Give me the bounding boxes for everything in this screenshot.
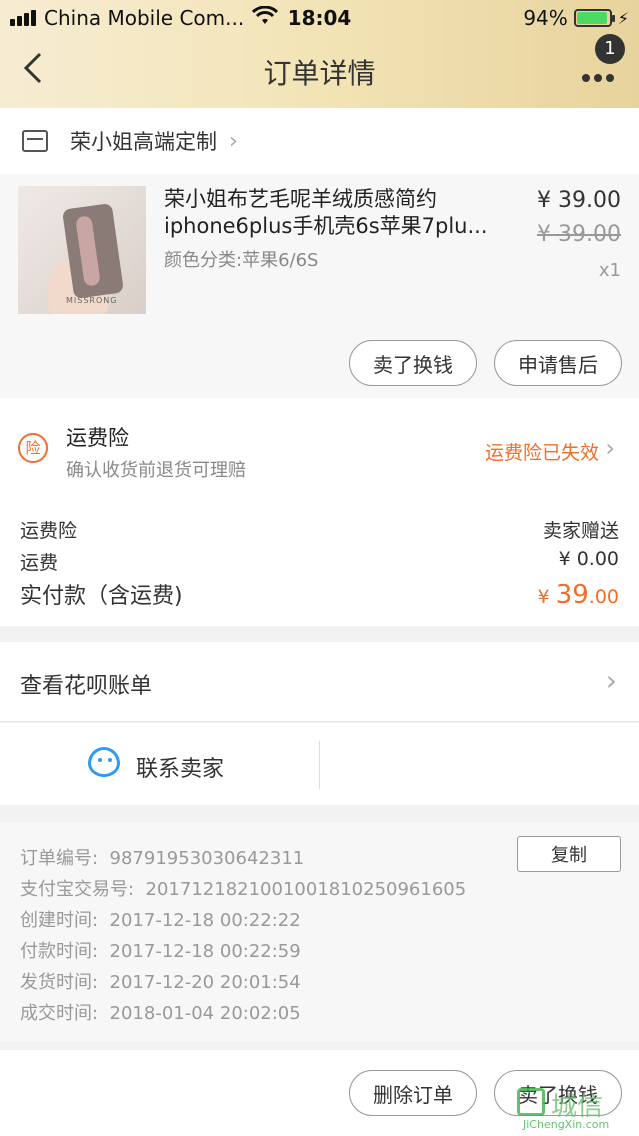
product-sku: 颜色分类:苹果6/6S xyxy=(164,250,319,271)
info-label: 发货时间: xyxy=(20,972,99,993)
insurance-subtitle: 确认收货前退货可理赔 xyxy=(66,460,246,481)
fee-row-shipping: 运费 ¥ 0.00 xyxy=(20,548,619,575)
alipay-trade-number: 2017121821001001810250961605 xyxy=(145,879,467,900)
huabei-label: 查看花呗账单 xyxy=(20,674,153,699)
order-info: 复制 订单编号: 98791953030642311 支付宝交易号: 20171… xyxy=(0,822,639,1042)
order-number: 98791953030642311 xyxy=(109,848,305,869)
insurance-status: 运费险已失效 xyxy=(484,442,599,464)
product-original-price: ¥ 39.00 xyxy=(537,222,621,247)
product-card[interactable]: MISSRONG 荣小姐布艺毛呢羊绒质感简约 iphone6plus手机壳6s苹… xyxy=(0,174,639,398)
total-label: 实付款（含运费) xyxy=(20,584,183,609)
huabei-bill-row[interactable]: 查看花呗账单 › xyxy=(0,642,639,722)
contact-seller-bar: 联系卖家 xyxy=(0,723,639,805)
alipay-trade-row: 支付宝交易号: 2017121821001001810250961605 xyxy=(20,875,466,901)
order-number-row: 订单编号: 98791953030642311 xyxy=(20,844,304,870)
shipped-time: 2017-12-20 20:01:54 xyxy=(109,972,301,993)
battery-icon xyxy=(573,9,615,27)
fee-label: 运费 xyxy=(20,552,59,574)
product-quantity: x1 xyxy=(598,260,621,281)
product-title-line1: 荣小姐布艺毛呢羊绒质感简约 xyxy=(164,187,437,211)
completed-time: 2018-01-04 20:02:05 xyxy=(109,1003,301,1024)
paid-time-row: 付款时间: 2017-12-18 00:22:59 xyxy=(20,937,301,963)
copy-button[interactable]: 复制 xyxy=(517,836,621,872)
fee-value: 卖家赠送 xyxy=(542,520,619,542)
header: China Mobile Com... 18:04 94% ⚡ 订单详情 1 xyxy=(0,0,639,108)
completed-time-row: 成交时间: 2018-01-04 20:02:05 xyxy=(20,999,301,1025)
fee-value: ¥ 0.00 xyxy=(558,548,619,570)
chevron-right-icon: › xyxy=(229,128,238,154)
total-decimal: .00 xyxy=(588,586,619,608)
contact-seller-label: 联系卖家 xyxy=(136,757,225,782)
created-time: 2017-12-18 00:22:22 xyxy=(109,910,301,931)
paid-time: 2017-12-18 00:22:59 xyxy=(109,941,301,962)
product-title-line2: iphone6plus手机壳6s苹果7plu... xyxy=(164,214,488,238)
watermark: 城信 JiChengXin.com xyxy=(517,1086,635,1134)
battery-status: 94% ⚡ xyxy=(523,6,629,30)
info-label: 订单编号: xyxy=(20,848,99,869)
message-badge[interactable]: 1 xyxy=(595,34,625,64)
fee-label: 运费险 xyxy=(20,520,78,542)
info-label: 创建时间: xyxy=(20,910,99,931)
total-amount: ¥ 39.00 xyxy=(537,580,619,610)
store-icon xyxy=(22,130,48,152)
shop-row[interactable]: 荣小姐高端定制 › xyxy=(0,108,639,174)
shop-name: 荣小姐高端定制 xyxy=(70,130,217,154)
total-row: 实付款（含运费) ¥ 39.00 xyxy=(20,578,619,610)
bottom-action-bar: 删除订单 卖了换钱 城信 JiChengXin.com xyxy=(0,1050,639,1136)
shipping-insurance-section: 险 运费险 确认收货前退货可理赔 运费险已失效 › 运费险 卖家赠送 运费 ¥ … xyxy=(0,398,639,626)
chat-face-icon xyxy=(88,747,120,777)
watermark-url: JiChengXin.com xyxy=(523,1118,610,1131)
insurance-title: 运费险 xyxy=(66,426,129,450)
info-label: 成交时间: xyxy=(20,1003,99,1024)
fee-row-insurance: 运费险 卖家赠送 xyxy=(20,516,619,543)
insurance-status-link[interactable]: 运费险已失效 › xyxy=(439,398,639,498)
charging-icon: ⚡ xyxy=(617,8,629,28)
shipped-time-row: 发货时间: 2017-12-20 20:01:54 xyxy=(20,968,301,994)
status-bar: China Mobile Com... 18:04 94% ⚡ xyxy=(0,0,639,36)
contact-seller-button[interactable]: 联系卖家 xyxy=(0,723,319,805)
product-price: ¥ 39.00 xyxy=(537,188,621,213)
chevron-right-icon: › xyxy=(605,434,615,462)
product-title[interactable]: 荣小姐布艺毛呢羊绒质感简约 iphone6plus手机壳6s苹果7plu... xyxy=(164,186,504,240)
chevron-right-icon: › xyxy=(605,664,617,697)
total-integer: 39 xyxy=(555,580,589,610)
page-title: 订单详情 xyxy=(263,57,376,90)
created-time-row: 创建时间: 2017-12-18 00:22:22 xyxy=(20,906,301,932)
sell-button[interactable]: 卖了换钱 xyxy=(349,340,477,386)
info-label: 付款时间: xyxy=(20,941,99,962)
watermark-logo-icon xyxy=(517,1088,545,1116)
product-brand: MISSRONG xyxy=(66,296,118,305)
insurance-icon: 险 xyxy=(18,433,48,463)
delete-order-button[interactable]: 删除订单 xyxy=(349,1070,477,1116)
info-label: 支付宝交易号: xyxy=(20,879,135,900)
product-image[interactable]: MISSRONG xyxy=(18,186,146,314)
divider xyxy=(319,741,320,789)
after-sale-button[interactable]: 申请售后 xyxy=(494,340,622,386)
battery-percent: 94% xyxy=(523,6,568,30)
